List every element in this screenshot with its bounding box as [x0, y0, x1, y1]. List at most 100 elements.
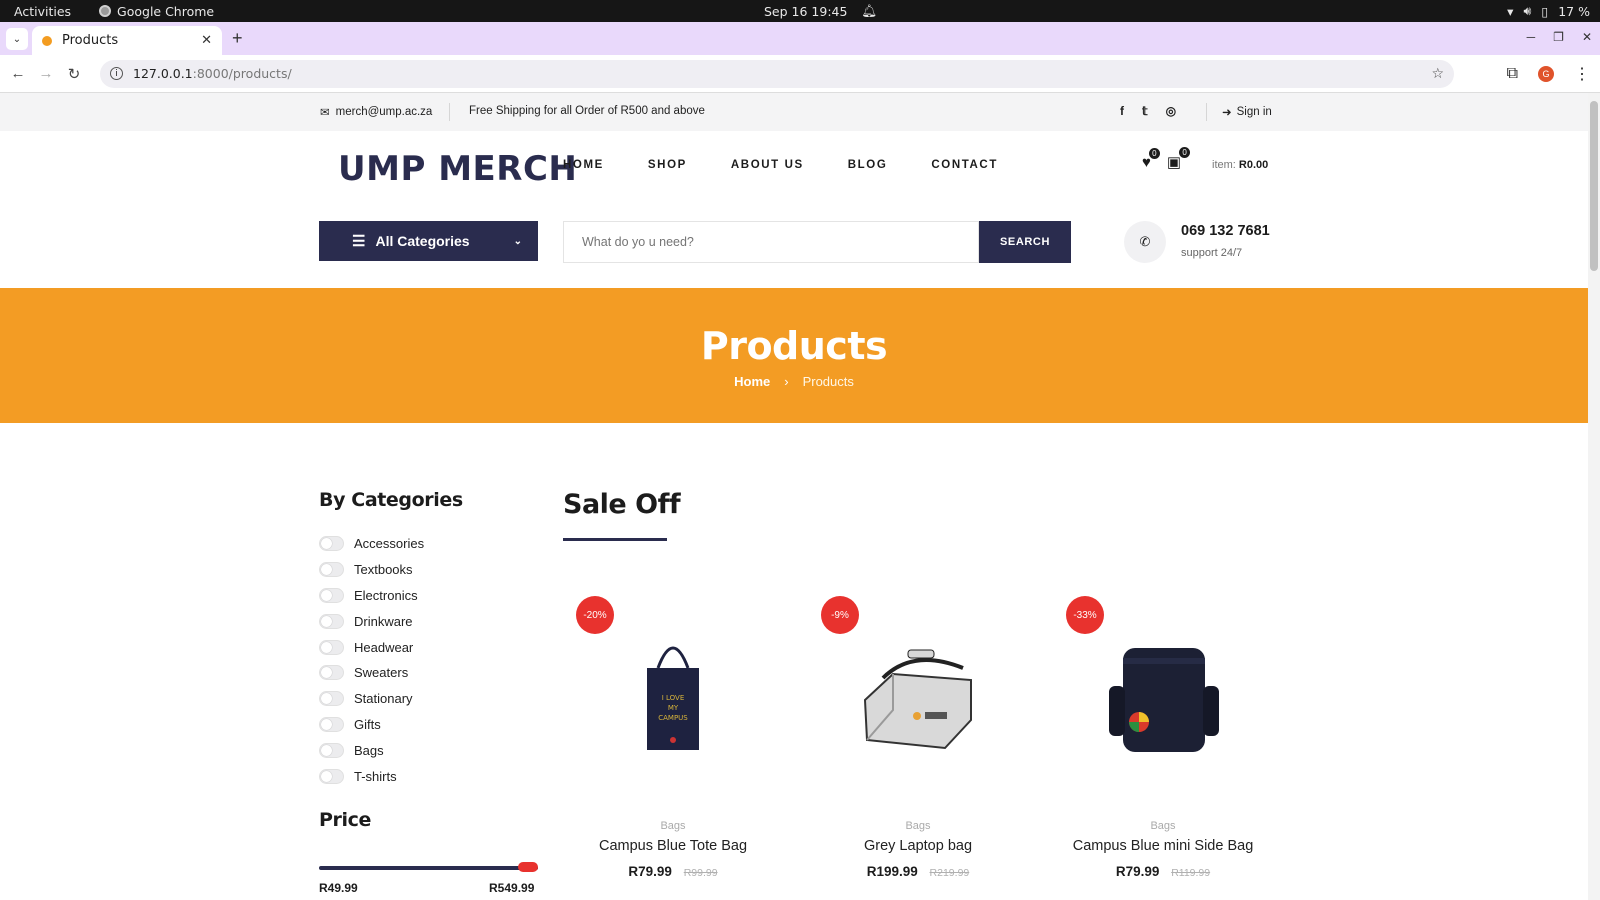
old-price: R219.99	[929, 867, 970, 879]
category-filter-item[interactable]: Electronics	[319, 583, 424, 609]
forward-icon[interactable]: →	[32, 65, 60, 82]
price-range-slider[interactable]	[319, 862, 538, 872]
app-menu[interactable]: Google Chrome	[99, 4, 214, 19]
category-filter-item[interactable]: Headwear	[319, 634, 424, 660]
scrollbar-thumb[interactable]	[1590, 101, 1598, 271]
signin-icon: ➜	[1222, 107, 1232, 119]
product-category: Bags	[905, 820, 931, 832]
category-toggle[interactable]	[319, 716, 344, 732]
wishlist-button[interactable]: ♥ 0	[1142, 147, 1160, 171]
url-bar[interactable]: i 127.0.0.1:8000/products/ ☆	[100, 59, 1454, 88]
nav-home[interactable]: HOME	[563, 159, 604, 171]
all-categories-label: All Categories	[375, 233, 470, 249]
activities-button[interactable]: Activities	[14, 4, 71, 19]
category-filter-item[interactable]: T-shirts	[319, 763, 424, 789]
back-icon[interactable]: ←	[4, 65, 32, 82]
price-slider-handle[interactable]	[518, 862, 538, 872]
category-filter-item[interactable]: Accessories	[319, 531, 424, 557]
category-filter-item[interactable]: Bags	[319, 737, 424, 763]
category-label: Sweaters	[354, 665, 409, 681]
nav-contact[interactable]: CONTACT	[931, 159, 998, 171]
product-card[interactable]: -9% Bags Grey Laptop bag R199.99 R219.99	[808, 588, 1028, 888]
laptop-bag-image[interactable]	[853, 628, 983, 758]
category-filter-item[interactable]: Drinkware	[319, 608, 424, 634]
page-scrollbar[interactable]	[1588, 93, 1600, 900]
all-categories-dropdown[interactable]: ☰ All Categories ⌄	[319, 221, 538, 261]
breadcrumb: Home › Products	[0, 374, 1588, 389]
side-bag-image[interactable]	[1093, 628, 1233, 758]
current-price: R199.99	[866, 864, 918, 879]
new-tab-button[interactable]: +	[232, 28, 243, 49]
category-toggle[interactable]	[319, 665, 344, 681]
header-top-strip: ✉ merch@ump.ac.za Free Shipping for all …	[0, 93, 1600, 131]
extensions-icon[interactable]: ⧉	[1507, 65, 1518, 83]
category-toggle[interactable]	[319, 639, 344, 655]
menu-kebab-icon[interactable]: ⋮	[1574, 64, 1590, 84]
email-contact[interactable]: ✉ merch@ump.ac.za	[320, 105, 432, 119]
nav-shop[interactable]: SHOP	[648, 159, 687, 171]
category-label: Headwear	[354, 639, 414, 655]
category-toggle[interactable]	[319, 613, 344, 629]
close-tab-icon[interactable]: ✕	[201, 33, 212, 48]
menu-icon: ☰	[352, 233, 366, 250]
main-nav: HOME SHOP ABOUT US BLOG CONTACT	[563, 159, 998, 171]
browser-tab[interactable]: Products ✕	[32, 26, 222, 55]
header-cart-icons: ♥ 0 ▣ 0	[1142, 147, 1191, 171]
facebook-icon[interactable]: f	[1120, 104, 1124, 118]
category-toggle[interactable]	[319, 536, 344, 552]
product-name[interactable]: Campus Blue mini Side Bag	[1053, 838, 1273, 854]
divider	[449, 103, 450, 121]
minimize-icon[interactable]: ─	[1527, 30, 1536, 44]
url-path: :8000/products/	[192, 66, 292, 81]
category-filter-item[interactable]: Sweaters	[319, 660, 424, 686]
svg-text:MY: MY	[668, 704, 679, 712]
instagram-icon[interactable]: ◎	[1166, 104, 1176, 118]
product-price: R199.99 R219.99	[808, 864, 1028, 879]
nav-blog[interactable]: BLOG	[848, 159, 888, 171]
bookmark-star-icon[interactable]: ☆	[1431, 66, 1444, 82]
chrome-icon	[99, 5, 112, 17]
support-text: support 24/7	[1181, 247, 1243, 259]
system-tray[interactable]: ▾ 🔊︎ ▯ 17 %	[1507, 3, 1590, 19]
product-card[interactable]: -20% I LOVE MY CAMPUS Bags Campus Blue T…	[563, 588, 783, 888]
signin-label: Sign in	[1236, 106, 1272, 118]
category-toggle[interactable]	[319, 768, 344, 784]
tote-bag-image[interactable]: I LOVE MY CAMPUS	[613, 628, 733, 758]
category-toggle[interactable]	[319, 562, 344, 578]
product-card[interactable]: -33% Bags Campus Blue mini Side Bag R79.…	[1053, 588, 1273, 888]
search-button[interactable]: SEARCH	[979, 221, 1071, 263]
social-links: f 𝕥 ◎	[1120, 104, 1176, 118]
item-total: R0.00	[1238, 159, 1269, 171]
category-filter-item[interactable]: Textbooks	[319, 557, 424, 583]
url-host: 127.0.0.1	[133, 66, 193, 81]
reload-icon[interactable]: ↻	[60, 65, 88, 83]
profile-avatar[interactable]: G	[1538, 65, 1554, 82]
category-toggle[interactable]	[319, 691, 344, 707]
breadcrumb-home[interactable]: Home	[734, 374, 770, 389]
old-price: R99.99	[683, 867, 718, 879]
sale-off-heading: Sale Off	[563, 489, 681, 520]
twitter-icon[interactable]: 𝕥	[1142, 104, 1148, 118]
category-toggle[interactable]	[319, 742, 344, 758]
signin-link[interactable]: ➜ Sign in	[1222, 105, 1272, 119]
nav-about[interactable]: ABOUT US	[731, 159, 804, 171]
site-info-icon[interactable]: i	[110, 67, 123, 80]
site-logo[interactable]: UMP MERCH	[338, 149, 577, 189]
tab-search-button[interactable]: ⌄	[6, 28, 28, 50]
close-window-icon[interactable]: ✕	[1582, 30, 1592, 44]
category-toggle[interactable]	[319, 587, 344, 603]
category-filter-item[interactable]: Gifts	[319, 712, 424, 738]
cart-button[interactable]: ▣ 0	[1167, 147, 1191, 171]
category-filter-item[interactable]: Stationary	[319, 686, 424, 712]
favicon-icon	[42, 35, 52, 46]
restore-icon[interactable]: ❐	[1553, 30, 1564, 44]
clock[interactable]: Sep 16 19:45 🔔︎	[764, 3, 877, 19]
current-price: R79.99	[628, 864, 672, 879]
phone-number: 069 132 7681	[1181, 223, 1270, 239]
category-label: Bags	[354, 742, 384, 758]
current-price: R79.99	[1115, 864, 1160, 879]
search-input[interactable]	[582, 235, 978, 249]
product-name[interactable]: Campus Blue Tote Bag	[563, 838, 783, 854]
product-price: R79.99 R99.99	[563, 864, 783, 879]
product-name[interactable]: Grey Laptop bag	[808, 838, 1028, 854]
